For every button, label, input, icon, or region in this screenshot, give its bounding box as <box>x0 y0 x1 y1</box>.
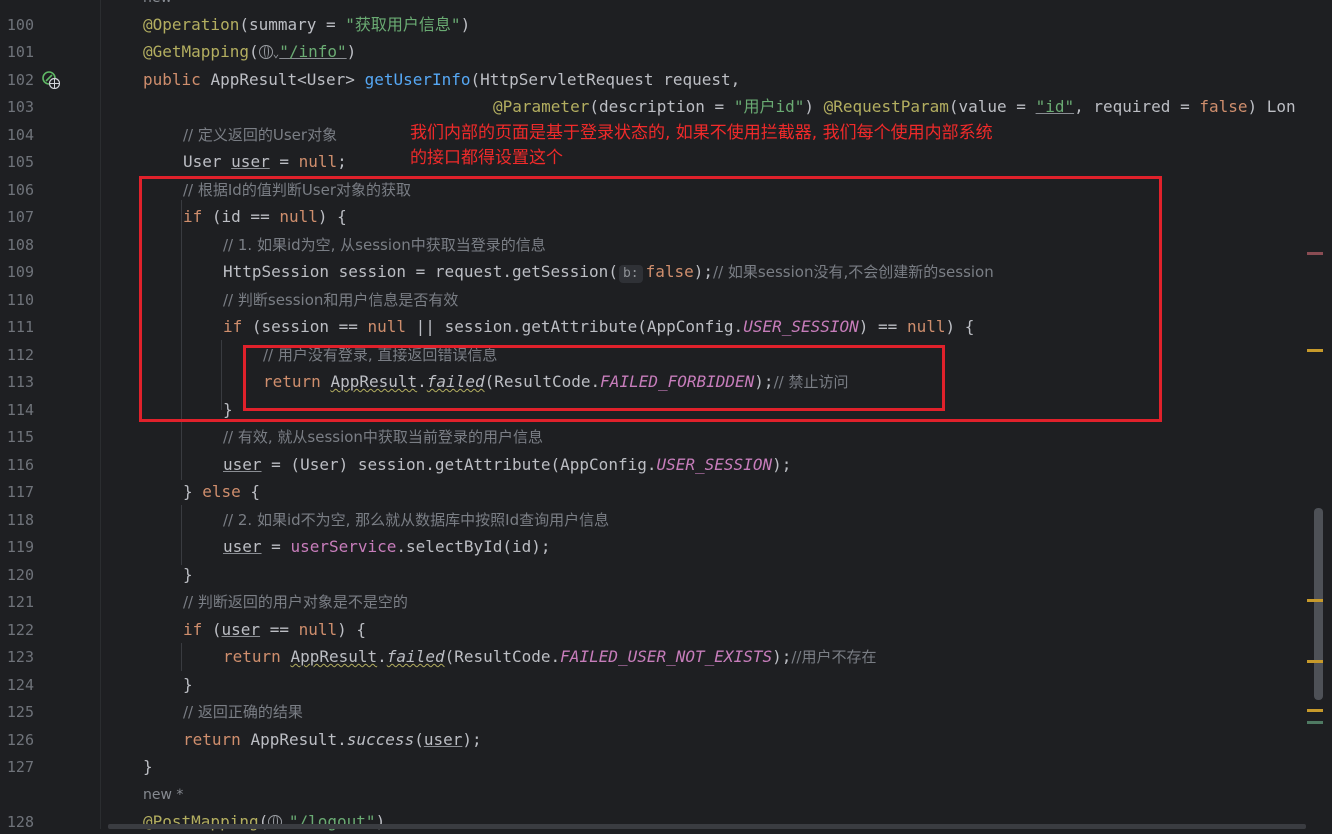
code-line-127: } <box>143 757 153 776</box>
info-stripe-marker[interactable] <box>1307 721 1323 724</box>
line-number: 103 <box>6 98 34 116</box>
line-number: 122 <box>6 621 34 639</box>
code-line-124: } <box>183 675 193 694</box>
line-number: 128 <box>6 813 34 831</box>
vertical-scrollbar[interactable] <box>1312 0 1332 829</box>
line-number: 113 <box>6 373 34 391</box>
line-number-gutter: 100 101 102 103 104 105 106 107 108 109 … <box>0 0 100 831</box>
indent-guide <box>181 643 182 671</box>
annotation-note-line-2: 的接口都得设置这个 <box>410 148 563 168</box>
line-number: 117 <box>6 483 34 501</box>
code-line-115: // 有效, 就从session中获取当前登录的用户信息 <box>223 428 543 446</box>
code-line-101: @GetMapping(⌄"/info") <box>143 42 357 61</box>
author-hint[interactable]: new * <box>143 785 183 805</box>
line-number: 120 <box>6 566 34 584</box>
line-number: 106 <box>6 181 34 199</box>
line-number: 126 <box>6 731 34 749</box>
line-number: 127 <box>6 758 34 776</box>
line-number: 114 <box>6 401 34 419</box>
line-number: 104 <box>6 126 34 144</box>
author-hint[interactable]: new <box>143 0 172 8</box>
warning-stripe-marker[interactable] <box>1307 660 1323 663</box>
line-number: 102 <box>6 71 34 89</box>
line-number: 111 <box>6 318 34 336</box>
code-line-119: user = userService.selectById(id); <box>223 537 551 556</box>
code-line-104: // 定义返回的User对象 <box>183 126 338 144</box>
code-line-126: return AppResult.success(user); <box>183 730 482 749</box>
indent-guide <box>181 505 182 565</box>
warning-stripe-marker[interactable] <box>1307 599 1323 602</box>
error-stripe-marker[interactable] <box>1307 252 1323 255</box>
line-number: 118 <box>6 511 34 529</box>
line-number: 121 <box>6 593 34 611</box>
line-number: 109 <box>6 263 34 281</box>
line-number: 107 <box>6 208 34 226</box>
line-number: 100 <box>6 16 34 34</box>
line-number: 125 <box>6 703 34 721</box>
code-line-103: @Parameter(description = "用户id") @Reques… <box>493 97 1296 116</box>
code-line-122: if (user == null) { <box>183 620 367 639</box>
code-line-128: @PostMapping(⌄"/logout") <box>143 812 386 831</box>
warning-stripe-marker[interactable] <box>1307 349 1323 352</box>
horizontal-scrollbar[interactable] <box>108 824 1306 829</box>
code-line-125: // 返回正确的结果 <box>183 703 303 721</box>
annotation-note-line-1: 我们内部的页面是基于登录状态的, 如果不使用拦截器, 我们每个使用内部系统 <box>410 123 993 143</box>
code-line-120: } <box>183 565 193 584</box>
warning-stripe-marker[interactable] <box>1307 709 1323 712</box>
line-number: 124 <box>6 676 34 694</box>
code-line-105: User user = null; <box>183 152 347 171</box>
line-number: 110 <box>6 291 34 309</box>
line-number: 123 <box>6 648 34 666</box>
scrollbar-thumb[interactable] <box>1314 508 1323 700</box>
code-line-117: } else { <box>183 482 261 501</box>
line-number: 112 <box>6 346 34 364</box>
line-number: 116 <box>6 456 34 474</box>
code-line-116: user = (User) session.getAttribute(AppCo… <box>223 455 792 474</box>
code-line-123: return AppResult.failed(ResultCode.FAILE… <box>223 647 877 666</box>
highlight-box-inner <box>243 345 945 411</box>
line-number: 108 <box>6 236 34 254</box>
line-number: 115 <box>6 428 34 446</box>
line-number: 101 <box>6 43 34 61</box>
code-line-121: // 判断返回的用户对象是不是空的 <box>183 593 408 611</box>
code-line-118: // 2. 如果id不为空, 那么就从数据库中按照Id查询用户信息 <box>223 511 610 529</box>
run-endpoint-icon[interactable] <box>42 71 60 89</box>
line-number: 105 <box>6 153 34 171</box>
globe-icon[interactable] <box>258 45 273 59</box>
code-line-102: public AppResult<User> getUserInfo(HttpS… <box>143 70 741 89</box>
line-number: 119 <box>6 538 34 556</box>
code-line-100: @Operation(summary = "获取用户信息") <box>143 15 471 34</box>
